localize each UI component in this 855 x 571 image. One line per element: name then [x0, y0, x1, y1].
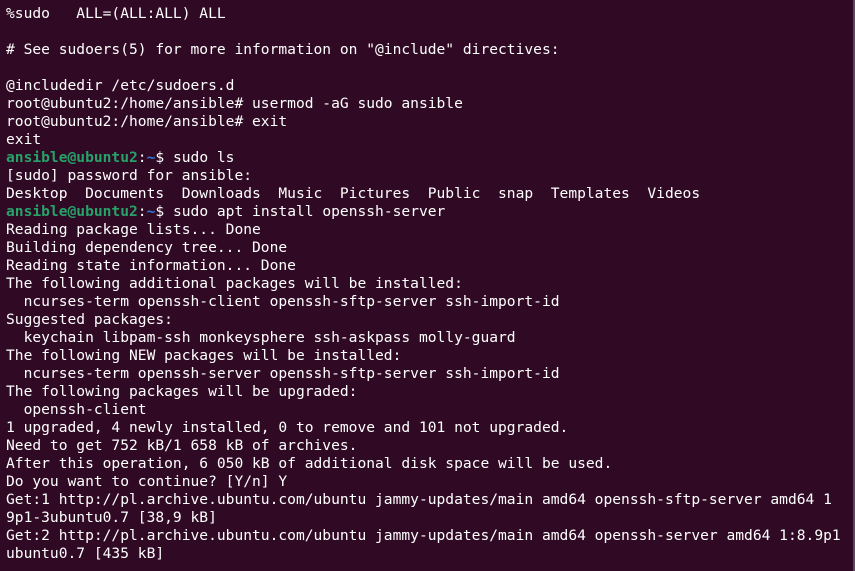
command-text: sudo apt install openssh-server [172, 203, 446, 220]
output-line: ncurses-term openssh-client openssh-sftp… [6, 293, 560, 310]
prompt-symbol: $ [155, 149, 173, 166]
output-line: [sudo] password for ansible: [6, 167, 253, 184]
output-line: Do you want to continue? [Y/n] Y [6, 473, 288, 490]
output-line: Suggested packages: [6, 311, 173, 328]
output-line: Reading package lists... Done [6, 221, 261, 238]
prompt-user: ansible@ubuntu2 [6, 203, 138, 220]
prompt-symbol: $ [155, 203, 173, 220]
prompt-separator: : [137, 203, 147, 220]
output-line: Need to get 752 kB/1 658 kB of archives. [6, 437, 358, 454]
output-line: After this operation, 6 050 kB of additi… [6, 455, 613, 472]
output-line: %sudo ALL=(ALL:ALL) ALL [6, 5, 226, 22]
output-line: # See sudoers(5) for more information on… [6, 41, 560, 58]
output-line: ubuntu0.7 [435 kB] [6, 545, 165, 562]
prompt-line: ansible@ubuntu2:~$ sudo apt install open… [6, 203, 841, 221]
terminal-window[interactable]: %sudo ALL=(ALL:ALL) ALL # See sudoers(5) … [0, 0, 855, 571]
output-line: keychain libpam-ssh monkeysphere ssh-ask… [6, 329, 516, 346]
output-line: 1 upgraded, 4 newly installed, 0 to remo… [6, 419, 569, 436]
output-line: The following additional packages will b… [6, 275, 463, 292]
output-line: openssh-client [6, 401, 147, 418]
prompt-user: ansible@ubuntu2 [6, 149, 138, 166]
output-line: Get:1 http://pl.archive.ubuntu.com/ubunt… [6, 491, 832, 508]
output-line: exit [6, 131, 42, 148]
prompt-line: ansible@ubuntu2:~$ sudo ls [6, 149, 841, 167]
output-line: Reading state information... Done [6, 257, 296, 274]
output-line: The following NEW packages will be insta… [6, 347, 402, 364]
output-line: Get:2 http://pl.archive.ubuntu.com/ubunt… [6, 527, 841, 544]
output-line: Building dependency tree... Done [6, 239, 288, 256]
output-line: The following packages will be upgraded: [6, 383, 358, 400]
output-line: @includedir /etc/sudoers.d [6, 77, 235, 94]
prompt-separator: : [137, 149, 147, 166]
output-line: root@ubuntu2:/home/ansible# usermod -aG … [6, 95, 463, 112]
output-line: root@ubuntu2:/home/ansible# exit [6, 113, 288, 130]
output-line: ncurses-term openssh-server openssh-sftp… [6, 365, 560, 382]
command-text: sudo ls [172, 149, 235, 166]
terminal-output[interactable]: %sudo ALL=(ALL:ALL) ALL # See sudoers(5) … [6, 5, 841, 563]
output-line: 9p1-3ubuntu0.7 [38,9 kB] [6, 509, 217, 526]
output-line: Desktop Documents Downloads Music Pictur… [6, 185, 701, 202]
